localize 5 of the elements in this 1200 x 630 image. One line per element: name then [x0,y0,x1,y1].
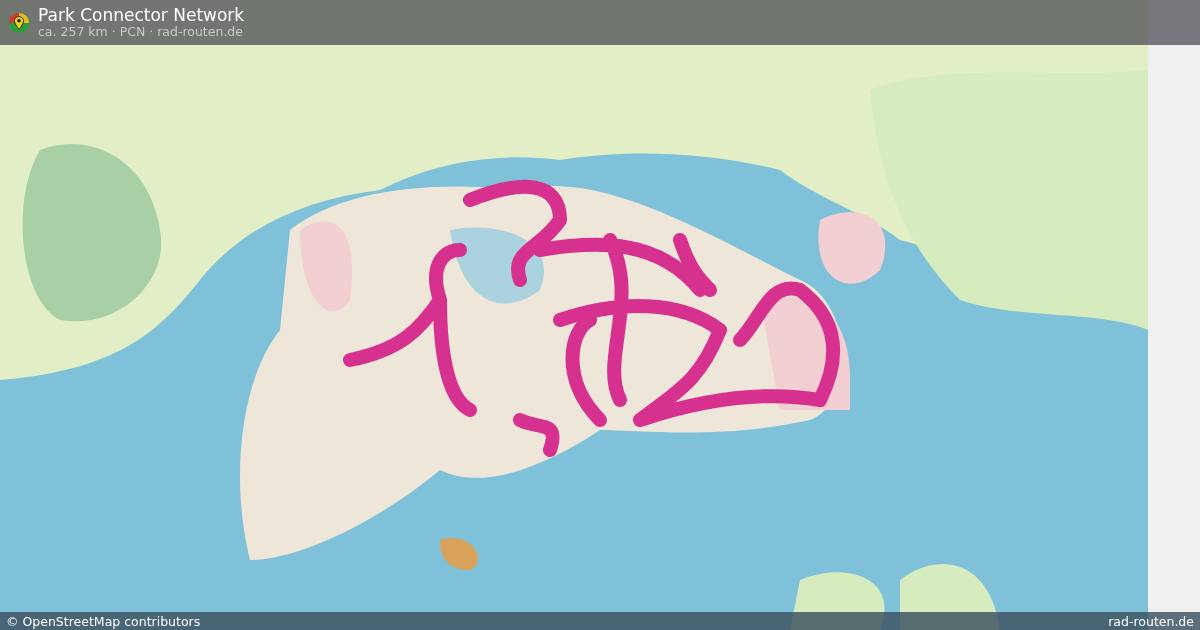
map-title: Park Connector Network [38,6,245,25]
site-name: rad-routen.de [1108,613,1194,629]
route-summary: ca. 257 km · PCN · rad-routen.de [38,24,244,39]
map-attribution: © OpenStreetMap contributors [6,613,201,629]
location-pin-icon [8,11,30,34]
